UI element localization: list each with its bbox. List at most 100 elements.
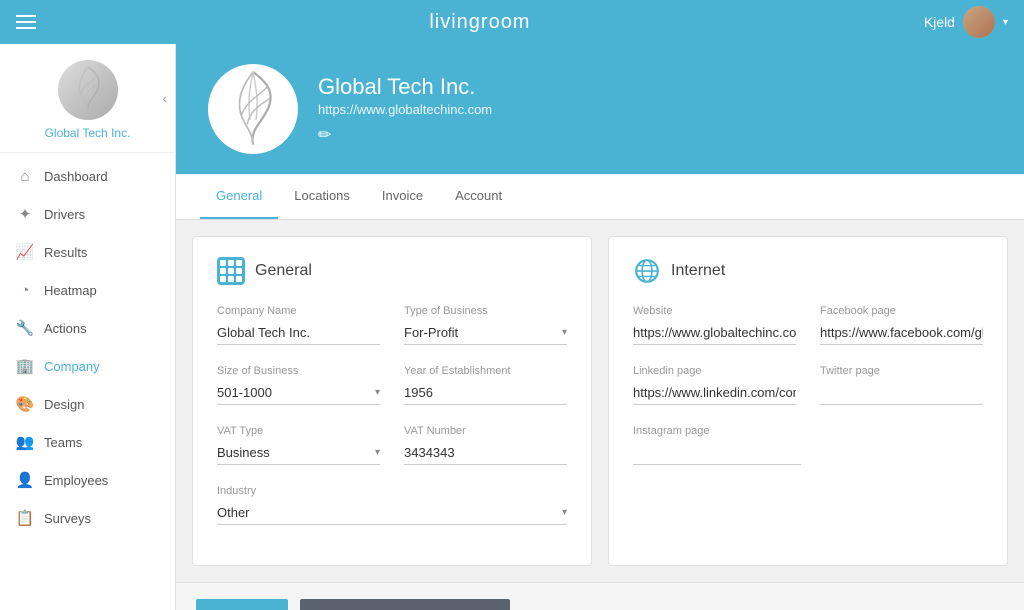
field-size-of-business: Size of Business 501-1000 1-10 11-50 51-… bbox=[217, 365, 380, 405]
row-linkedin-twitter: Linkedin page Twitter page bbox=[633, 365, 983, 405]
linkedin-input[interactable] bbox=[633, 381, 796, 405]
sidebar-item-dashboard[interactable]: ⌂ Dashboard bbox=[0, 157, 175, 195]
people-icon: 👥 bbox=[16, 433, 34, 451]
field-facebook: Facebook page bbox=[820, 305, 983, 345]
sidebar-label-dashboard: Dashboard bbox=[44, 169, 108, 184]
grid-icon bbox=[217, 257, 245, 285]
person-icon: 👤 bbox=[16, 471, 34, 489]
profile-company-name: Global Tech Inc. bbox=[318, 74, 492, 100]
sidebar-item-drivers[interactable]: ✦ Drivers bbox=[0, 195, 175, 233]
content-area: Global Tech Inc. https://www.globaltechi… bbox=[176, 44, 1024, 610]
row-website-facebook: Website Facebook page bbox=[633, 305, 983, 345]
sidebar-item-design[interactable]: 🎨 Design bbox=[0, 385, 175, 423]
sidebar-item-heatmap[interactable]: ◔ Heatmap bbox=[0, 271, 175, 309]
industry-arrow: ▾ bbox=[562, 507, 567, 518]
sidebar-label-actions: Actions bbox=[44, 321, 87, 336]
menu-button[interactable] bbox=[16, 15, 36, 29]
website-label: Website bbox=[633, 305, 796, 317]
sidebar: Global Tech Inc. ‹ ⌂ Dashboard ✦ Drivers… bbox=[0, 44, 176, 610]
field-linkedin: Linkedin page bbox=[633, 365, 796, 405]
sidebar-collapse-button[interactable]: ‹ bbox=[162, 90, 167, 106]
sidebar-item-employees[interactable]: 👤 Employees bbox=[0, 461, 175, 499]
sidebar-label-drivers: Drivers bbox=[44, 207, 85, 222]
sidebar-item-teams[interactable]: 👥 Teams bbox=[0, 423, 175, 461]
row-instagram: Instagram page bbox=[633, 425, 983, 465]
general-card: General Company Name Type of Business Fo… bbox=[192, 236, 592, 566]
sidebar-nav: ⌂ Dashboard ✦ Drivers 📈 Results ◔ Heatma… bbox=[0, 153, 175, 610]
field-industry: Industry Other Technology Finance Health… bbox=[217, 485, 567, 525]
row-company-type: Company Name Type of Business For-Profit… bbox=[217, 305, 567, 345]
type-of-business-wrap: For-Profit Non-Profit Government Other ▾ bbox=[404, 321, 567, 345]
internet-card: Internet Website Facebook page Linkedin … bbox=[608, 236, 1008, 566]
year-input[interactable] bbox=[404, 381, 567, 405]
instagram-label: Instagram page bbox=[633, 425, 801, 437]
clipboard-icon: 📋 bbox=[16, 509, 34, 527]
globe-icon bbox=[633, 257, 661, 285]
sidebar-item-company[interactable]: 🏢 Company bbox=[0, 347, 175, 385]
tab-account[interactable]: Account bbox=[439, 174, 518, 219]
avatar[interactable] bbox=[963, 6, 995, 38]
topbar: livingroom Kjeld ▾ bbox=[0, 0, 1024, 44]
industry-wrap: Other Technology Finance Healthcare Educ… bbox=[217, 501, 567, 525]
size-select[interactable]: 501-1000 1-10 11-50 51-100 101-500 1001+ bbox=[217, 381, 375, 404]
wizard-button[interactable]: RETURN BACK TO WIZARD bbox=[300, 599, 509, 610]
internet-card-title: Internet bbox=[633, 257, 983, 285]
field-company-name: Company Name bbox=[217, 305, 380, 345]
edit-profile-button[interactable]: ✏ bbox=[318, 125, 492, 145]
row-vat: VAT Type Business Personal Other ▾ VAT N… bbox=[217, 425, 567, 465]
company-name-label: Company Name bbox=[217, 305, 380, 317]
vat-type-select[interactable]: Business Personal Other bbox=[217, 441, 375, 464]
industry-select[interactable]: Other Technology Finance Healthcare Educ… bbox=[217, 501, 562, 524]
user-dropdown-arrow[interactable]: ▾ bbox=[1003, 17, 1008, 28]
vat-type-label: VAT Type bbox=[217, 425, 380, 437]
vat-type-wrap: Business Personal Other ▾ bbox=[217, 441, 380, 465]
profile-info: Global Tech Inc. https://www.globaltechi… bbox=[318, 74, 492, 145]
save-button[interactable]: SAVE bbox=[196, 599, 288, 610]
pie-icon: ◔ bbox=[16, 281, 34, 299]
app-title: livingroom bbox=[36, 11, 924, 34]
sidebar-label-employees: Employees bbox=[44, 473, 108, 488]
building-icon: 🏢 bbox=[16, 357, 34, 375]
profile-logo bbox=[208, 64, 298, 154]
bottom-bar: SAVE RETURN BACK TO WIZARD bbox=[176, 582, 1024, 610]
field-type-of-business: Type of Business For-Profit Non-Profit G… bbox=[404, 305, 567, 345]
row-size-year: Size of Business 501-1000 1-10 11-50 51-… bbox=[217, 365, 567, 405]
internet-title-text: Internet bbox=[671, 262, 725, 280]
sidebar-company-name: Global Tech Inc. bbox=[45, 126, 131, 140]
field-vat-number: VAT Number bbox=[404, 425, 567, 465]
user-name: Kjeld bbox=[924, 14, 955, 30]
type-of-business-select[interactable]: For-Profit Non-Profit Government Other bbox=[404, 321, 562, 344]
form-area: General Company Name Type of Business Fo… bbox=[176, 220, 1024, 582]
tab-general[interactable]: General bbox=[200, 174, 278, 219]
field-website: Website bbox=[633, 305, 796, 345]
topbar-left bbox=[16, 15, 36, 29]
general-card-title: General bbox=[217, 257, 567, 285]
twitter-input[interactable] bbox=[820, 381, 983, 405]
sidebar-label-teams: Teams bbox=[44, 435, 82, 450]
profile-header: Global Tech Inc. https://www.globaltechi… bbox=[176, 44, 1024, 174]
sidebar-label-heatmap: Heatmap bbox=[44, 283, 97, 298]
field-vat-type: VAT Type Business Personal Other ▾ bbox=[217, 425, 380, 465]
linkedin-label: Linkedin page bbox=[633, 365, 796, 377]
year-label: Year of Establishment bbox=[404, 365, 567, 377]
website-input[interactable] bbox=[633, 321, 796, 345]
sidebar-logo: Global Tech Inc. ‹ bbox=[0, 44, 175, 153]
instagram-input[interactable] bbox=[633, 441, 801, 465]
field-twitter: Twitter page bbox=[820, 365, 983, 405]
row-industry: Industry Other Technology Finance Health… bbox=[217, 485, 567, 525]
vat-number-input[interactable] bbox=[404, 441, 567, 465]
company-name-input[interactable] bbox=[217, 321, 380, 345]
sidebar-item-actions[interactable]: 🔧 Actions bbox=[0, 309, 175, 347]
facebook-input[interactable] bbox=[820, 321, 983, 345]
type-of-business-arrow: ▾ bbox=[562, 327, 567, 338]
sidebar-item-results[interactable]: 📈 Results bbox=[0, 233, 175, 271]
vat-number-label: VAT Number bbox=[404, 425, 567, 437]
sidebar-label-results: Results bbox=[44, 245, 87, 260]
tabs-bar: General Locations Invoice Account bbox=[176, 174, 1024, 220]
house-icon: ⌂ bbox=[16, 167, 34, 185]
palette-icon: 🎨 bbox=[16, 395, 34, 413]
chart-icon: 📈 bbox=[16, 243, 34, 261]
tab-invoice[interactable]: Invoice bbox=[366, 174, 439, 219]
sidebar-item-surveys[interactable]: 📋 Surveys bbox=[0, 499, 175, 537]
tab-locations[interactable]: Locations bbox=[278, 174, 366, 219]
